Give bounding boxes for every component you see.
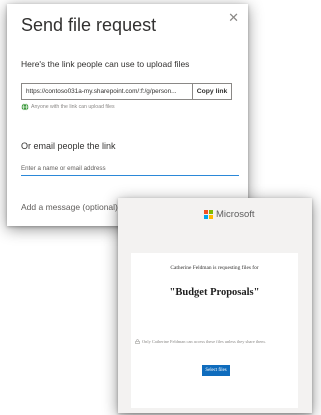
email-preview-card: Microsoft Catherine Feldman is requestin… — [118, 198, 312, 413]
select-files-button[interactable]: Select files — [202, 365, 230, 376]
folder-title: "Budget Proposals" — [169, 287, 260, 298]
send-file-request-dialog: Send file request ✕ Here's the link peop… — [7, 4, 248, 226]
brand-name: Microsoft — [216, 208, 255, 220]
lock-icon — [135, 339, 140, 344]
email-body: Catherine Feldman is requesting files fo… — [131, 253, 298, 408]
requester-line: Catherine Feldman is requesting files fo… — [170, 265, 259, 271]
share-link-field[interactable]: https://contoso031a-my.sharepoint.com/:f… — [21, 83, 193, 100]
brand-header: Microsoft — [204, 208, 255, 220]
close-icon[interactable]: ✕ — [228, 11, 239, 24]
permission-note: Anyone with the link can upload files — [31, 104, 115, 110]
link-heading: Here's the link people can use to upload… — [21, 59, 190, 69]
email-heading: Or email people the link — [21, 141, 116, 151]
microsoft-logo-icon — [204, 209, 213, 219]
dialog-title: Send file request — [21, 15, 157, 35]
privacy-row: Only Catherine Feldman can access these … — [135, 339, 297, 344]
email-input[interactable] — [21, 162, 239, 176]
privacy-note: Only Catherine Feldman can access these … — [142, 339, 266, 344]
copy-link-button[interactable]: Copy link — [192, 83, 232, 100]
globe-icon — [21, 103, 29, 111]
